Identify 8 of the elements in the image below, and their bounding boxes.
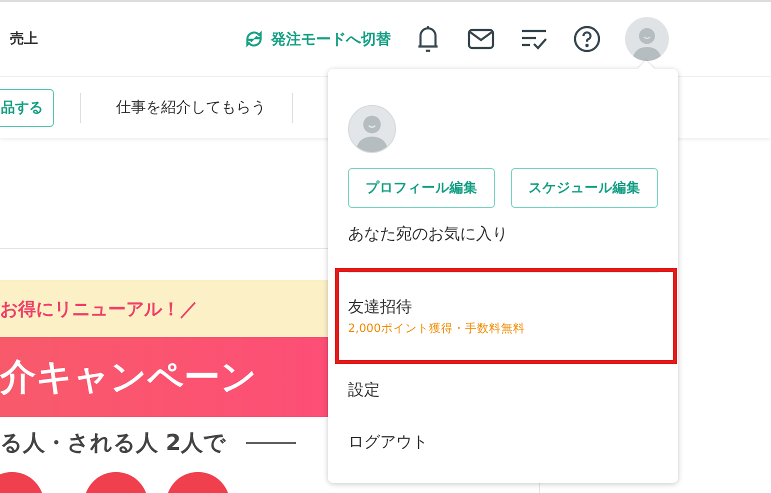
sales-label[interactable]: 売上	[10, 30, 38, 48]
menu-item[interactable]: あなた宛のお気に入り	[348, 208, 658, 260]
dash-line-icon	[246, 442, 296, 444]
banner-subtitle: る人・される人 2人で	[0, 430, 226, 458]
nav-link[interactable]: 仕事を紹介してもらう	[116, 98, 266, 117]
menu-item[interactable]: 友達招待 2,000ポイント獲得・手数料無料	[348, 272, 658, 360]
help-icon[interactable]	[572, 24, 602, 54]
menu-item[interactable]: ログアウト	[348, 416, 658, 468]
